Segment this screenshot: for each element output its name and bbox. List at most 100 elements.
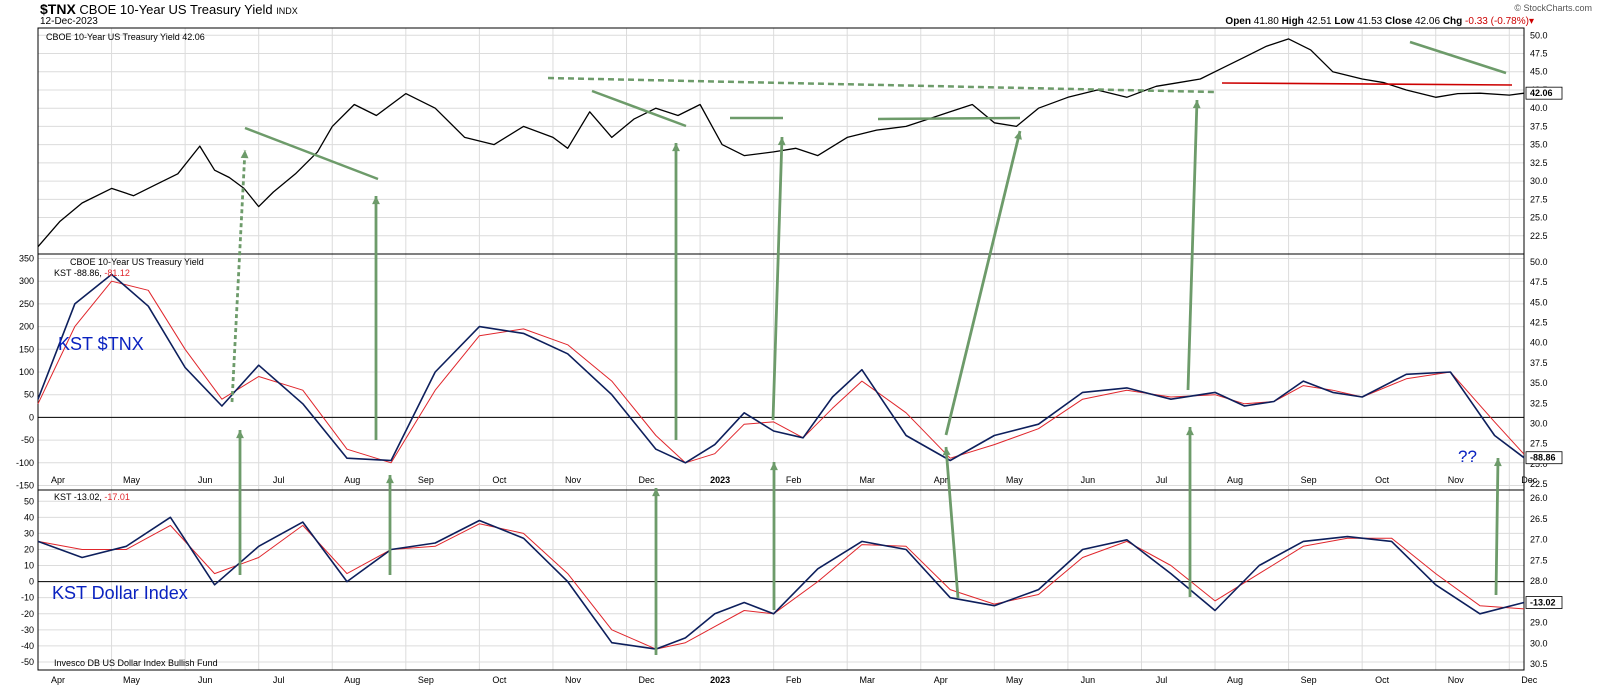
bot-legend-signal-value: -17.01 <box>104 492 130 502</box>
right-y-tick: 26.0 <box>1530 493 1548 503</box>
trend-line <box>1409 40 1507 75</box>
right-y-tick: 40.0 <box>1530 338 1548 348</box>
x-tick-label: Mar <box>859 475 875 485</box>
trend-line <box>877 116 1021 121</box>
signal-arrowhead <box>240 150 249 159</box>
left-y-tick: -50 <box>21 435 34 445</box>
signal-arrowhead <box>1186 427 1194 436</box>
left-y-tick: 150 <box>19 344 34 354</box>
x-tick-label: Feb <box>786 475 802 485</box>
signal-arrowhead <box>1192 100 1201 109</box>
right-y-tick: 32.5 <box>1530 398 1548 408</box>
right-y-tick: 22.5 <box>1530 479 1548 489</box>
kst-tnx-label: KST $TNX <box>58 334 144 354</box>
x-tick-label: Jun <box>1081 675 1096 685</box>
right-y-tick: 45.0 <box>1530 67 1548 77</box>
left-y-tick: -100 <box>16 458 34 468</box>
x-tick-label: Apr <box>51 675 65 685</box>
x-tick-label: Jul <box>1156 675 1168 685</box>
x-tick-label: Nov <box>1448 475 1465 485</box>
right-y-tick: 22.5 <box>1530 231 1548 241</box>
x-tick-label: Oct <box>1375 475 1390 485</box>
left-y-tick: 30 <box>24 528 34 538</box>
x-tick-label: Aug <box>1227 675 1243 685</box>
x-tick-label: Mar <box>859 675 875 685</box>
left-y-tick: 20 <box>24 544 34 554</box>
x-tick-label: Oct <box>1375 675 1390 685</box>
signal-arrow-shaft <box>944 130 1022 436</box>
right-y-tick: 27.5 <box>1530 555 1548 565</box>
right-y-tick: 27.0 <box>1530 535 1548 545</box>
x-tick-label: Jun <box>1081 475 1096 485</box>
question-marks: ?? <box>1458 447 1477 466</box>
left-y-tick: 0 <box>29 412 34 422</box>
left-y-tick: -10 <box>21 593 34 603</box>
right-y-tick: 27.5 <box>1530 194 1548 204</box>
right-y-tick: 35.0 <box>1530 378 1548 388</box>
x-tick-label: Sep <box>1301 475 1317 485</box>
signal-arrowhead <box>372 196 380 205</box>
trend-annotations <box>230 40 1513 655</box>
x-tick-label: Jul <box>273 675 285 685</box>
right-y-tick: 37.5 <box>1530 358 1548 368</box>
x-tick-label: Nov <box>565 675 582 685</box>
x-tick-label: Sep <box>418 675 434 685</box>
right-y-tick: 47.5 <box>1530 277 1548 287</box>
x-tick-label: May <box>1006 675 1024 685</box>
x-tick-label: Oct <box>492 675 507 685</box>
left-y-tick: -30 <box>21 625 34 635</box>
x-tick-label: Nov <box>565 475 582 485</box>
support-line <box>1221 82 1513 86</box>
top-panel-legend: CBOE 10-Year US Treasury Yield 42.06 <box>46 32 205 42</box>
grid-lines <box>37 28 1524 670</box>
right-y-tick: 30.5 <box>1530 659 1548 669</box>
x-tick-label: Jun <box>198 475 213 485</box>
x-tick-label: Jul <box>1156 475 1168 485</box>
left-y-tick: 300 <box>19 276 34 286</box>
left-y-tick: -50 <box>21 657 34 667</box>
left-y-tick: 50 <box>24 496 34 506</box>
right-y-tick: 45.0 <box>1530 297 1548 307</box>
signal-arrowhead <box>1493 458 1502 467</box>
right-y-tick: 35.0 <box>1530 140 1548 150</box>
right-y-tick: 50.0 <box>1530 257 1548 267</box>
right-y-tick: 42.5 <box>1530 318 1548 328</box>
last-value-text: 42.06 <box>1530 88 1553 98</box>
right-y-tick: 37.5 <box>1530 121 1548 131</box>
x-tick-label: Apr <box>934 675 948 685</box>
x-tick-label: Sep <box>1301 675 1317 685</box>
left-y-tick: -40 <box>21 641 34 651</box>
x-tick-label: Aug <box>344 475 360 485</box>
left-y-tick: 200 <box>19 322 34 332</box>
series-lines <box>37 38 1525 650</box>
mid-panel-title: CBOE 10-Year US Treasury Yield <box>70 257 204 267</box>
chart-canvas: Apr Apr May May Jun Jun Jul Jul Aug Aug Sep Sep Oct O… <box>16 27 1563 685</box>
x-tick-label: Oct <box>492 475 507 485</box>
bot-panel-title: Invesco DB US Dollar Index Bullish Fund <box>54 658 218 668</box>
signal-arrowhead <box>386 475 394 484</box>
left-y-tick: -150 <box>16 480 34 490</box>
x-tick-label: 2023 <box>710 475 730 485</box>
right-y-tick: 30.0 <box>1530 176 1548 186</box>
signal-arrow-shaft <box>771 136 784 421</box>
left-y-tick: 100 <box>19 367 34 377</box>
signal-arrowhead <box>777 137 786 146</box>
last-value-text: -13.02 <box>1530 598 1556 608</box>
bot-legend-kst: KST -13.02, -17.01 <box>54 492 130 502</box>
x-tick-label: Dec <box>1521 675 1538 685</box>
x-tick-label: Sep <box>418 475 434 485</box>
panel-labels: CBOE 10-Year US Treasury Yield 42.06 CBO… <box>46 32 1477 668</box>
right-y-tick: 26.5 <box>1530 514 1548 524</box>
left-y-tick: 40 <box>24 512 34 522</box>
left-y-tick: -20 <box>21 609 34 619</box>
signal-arrow-shaft <box>944 446 960 599</box>
trend-line <box>244 126 379 181</box>
right-y-tick: 50.0 <box>1530 30 1548 40</box>
mid-legend-kst: KST -88.86, -81.12 <box>54 268 130 278</box>
x-tick-label: Dec <box>639 675 656 685</box>
right-y-tick: 30.0 <box>1530 418 1548 428</box>
right-y-tick: 30.0 <box>1530 638 1548 648</box>
signal-arrowhead <box>236 430 244 439</box>
x-tick-label: Jul <box>273 475 285 485</box>
right-y-tick: 28.0 <box>1530 576 1548 586</box>
